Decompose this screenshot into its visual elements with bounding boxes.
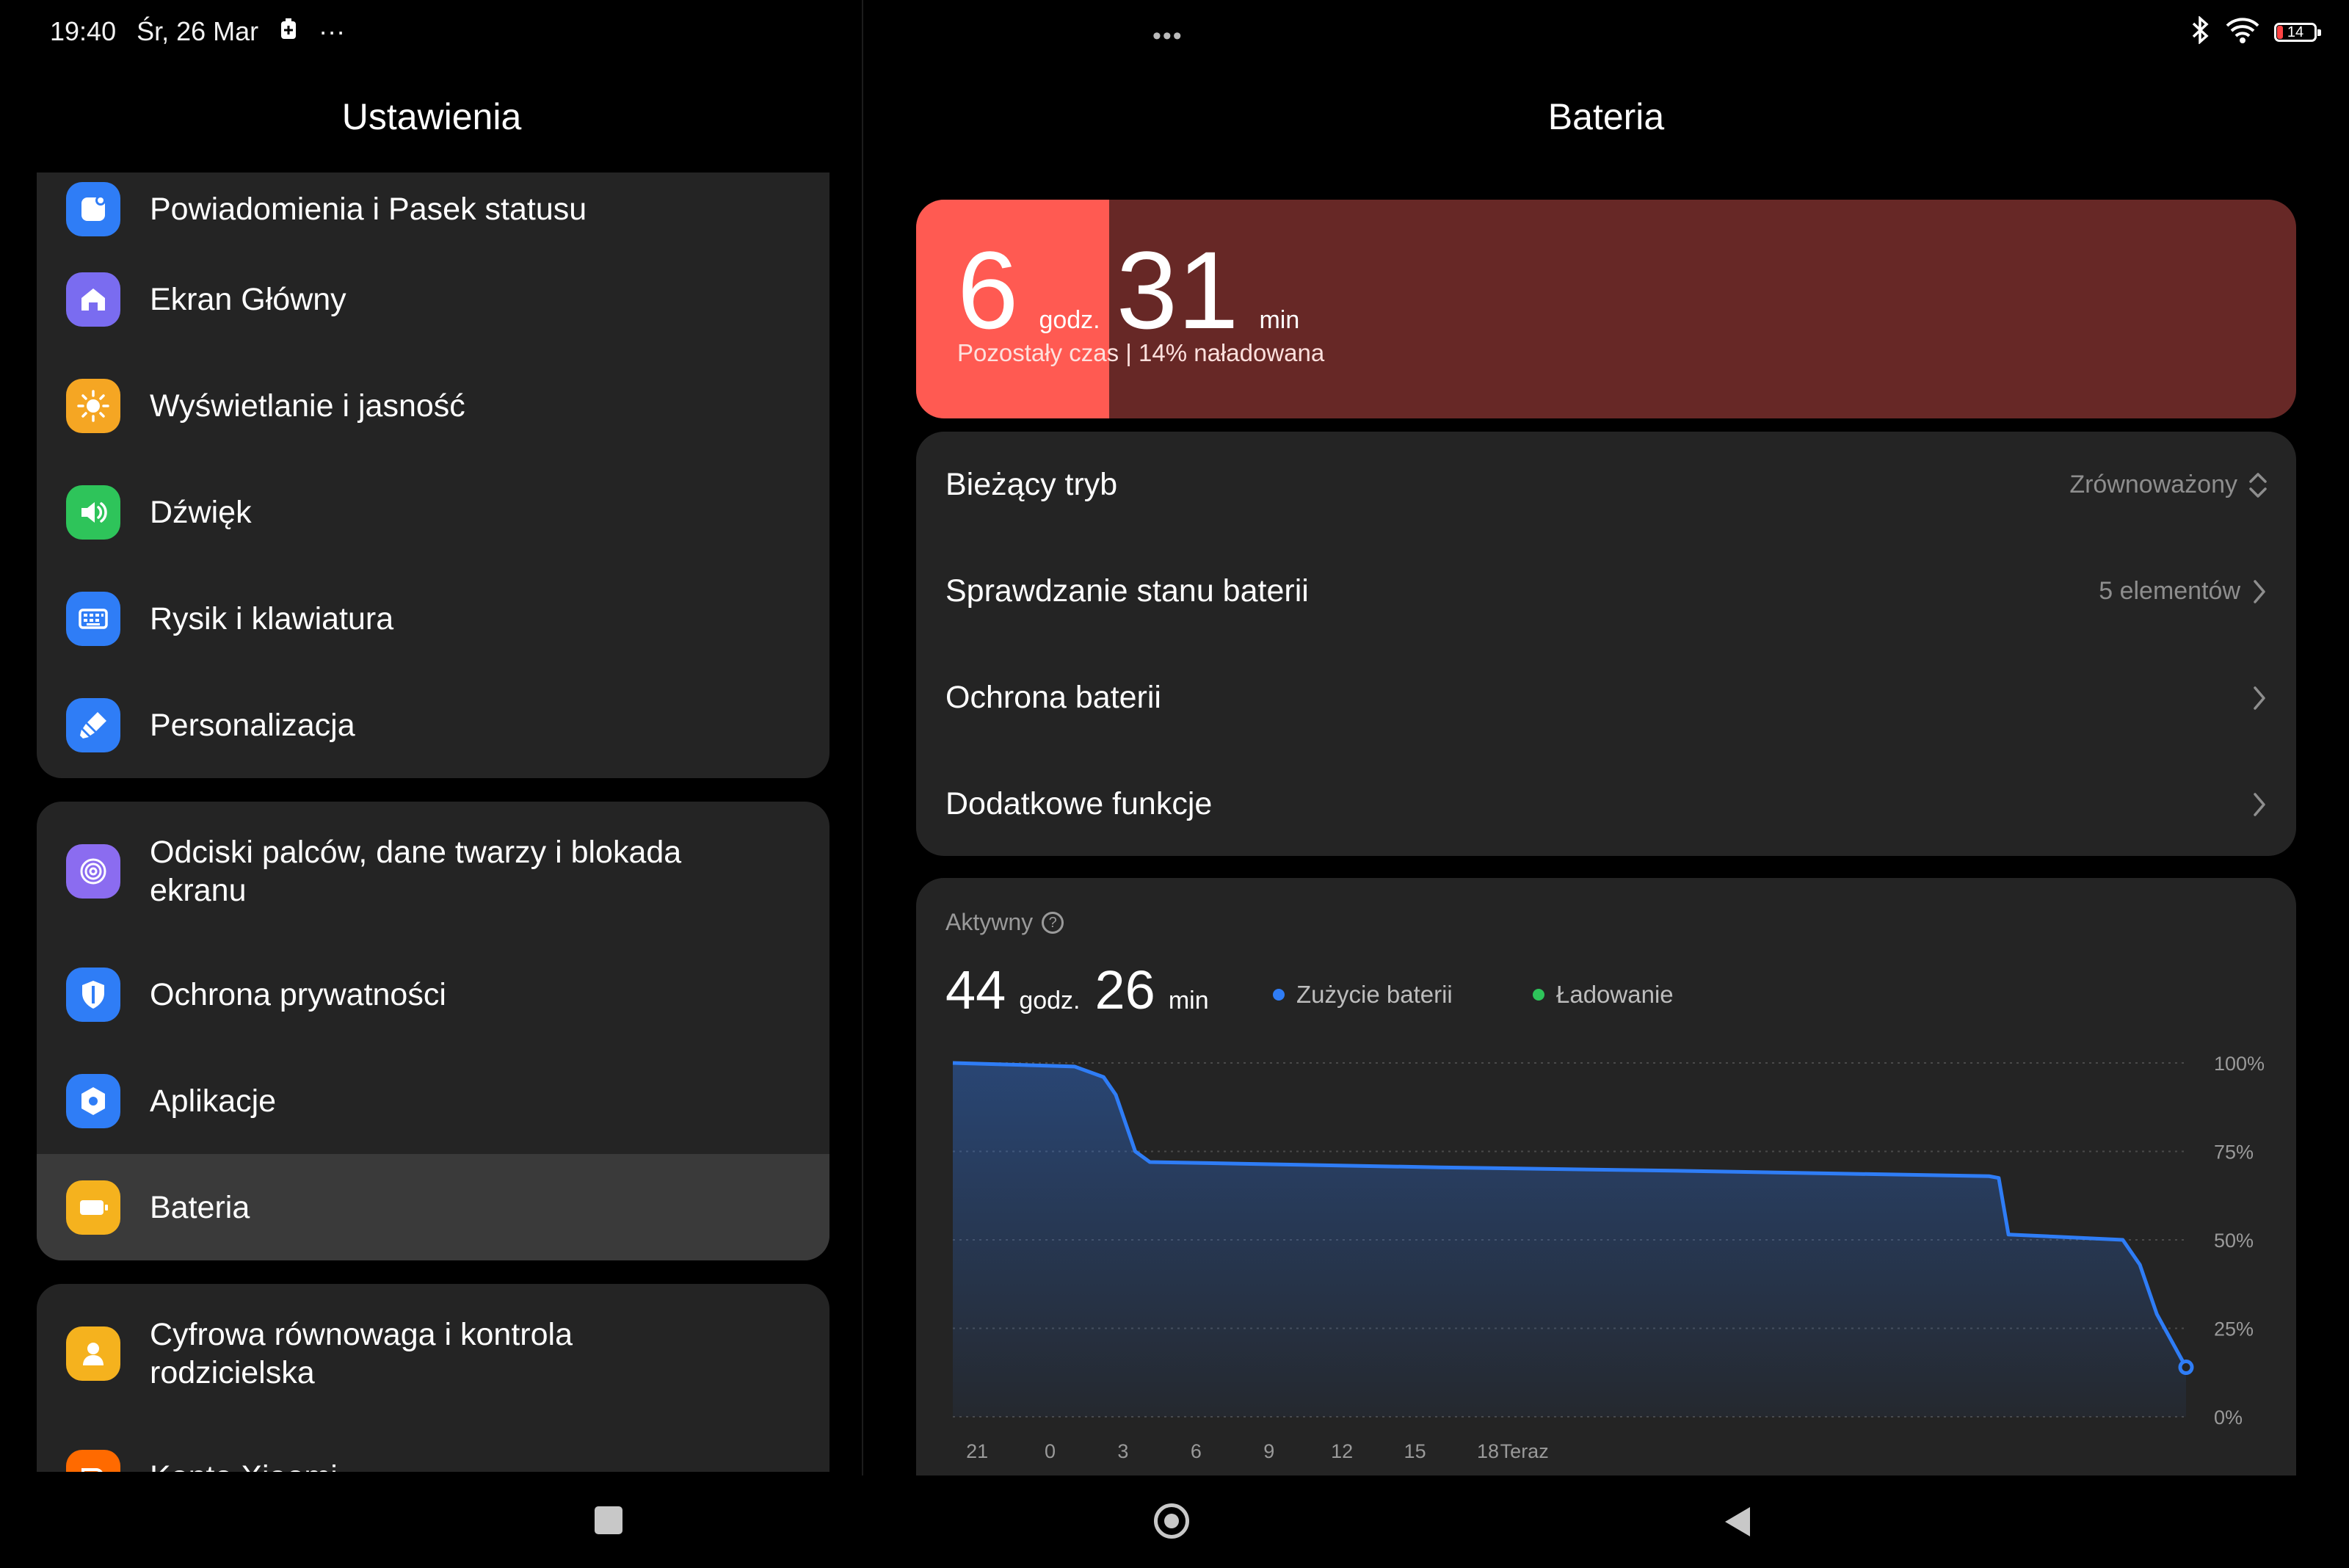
current-mode-label: Bieżący tryb bbox=[945, 467, 1118, 502]
battery-protection-label: Ochrona baterii bbox=[945, 680, 1161, 715]
wifi-icon bbox=[2226, 17, 2259, 47]
x-tick-label: 21 bbox=[966, 1440, 988, 1462]
recents-button[interactable] bbox=[595, 1506, 622, 1534]
battery-health-value: 5 elementów bbox=[2099, 577, 2240, 605]
sidebar-item-label: Aplikacje bbox=[150, 1083, 277, 1119]
sun-icon bbox=[66, 378, 120, 433]
remaining-hours-unit: godz. bbox=[1039, 306, 1100, 334]
home-dot bbox=[1164, 1514, 1179, 1528]
status-bar: 19:40 Śr, 26 Mar ··· ••• 14 bbox=[0, 0, 2349, 66]
updown-chevron-icon bbox=[2249, 472, 2267, 498]
mi-icon bbox=[66, 1449, 120, 1472]
sidebar-item-stylus-keyboard[interactable]: Rysik i klawiatura bbox=[37, 565, 829, 672]
sidebar-item-home-screen[interactable]: Ekran Główny bbox=[37, 246, 829, 352]
y-tick-label: 75% bbox=[2214, 1141, 2254, 1164]
home-icon bbox=[66, 272, 120, 327]
sidebar-item-label: Powiadomienia i Pasek statusu bbox=[150, 192, 587, 227]
wellbeing-icon bbox=[66, 1326, 120, 1381]
sidebar-item-label: Personalizacja bbox=[150, 707, 355, 743]
remaining-subtitle: Pozostały czas | 14% naładowana bbox=[957, 339, 1325, 366]
settings-title: Ustawienia bbox=[341, 96, 522, 137]
sidebar-item-digital-wellbeing[interactable]: Cyfrowa równowaga i kontrola rodzicielsk… bbox=[37, 1284, 829, 1423]
y-tick-label: 50% bbox=[2214, 1230, 2254, 1252]
remaining-hours: 6 bbox=[957, 228, 1019, 352]
settings-group-1: Powiadomienia i Pasek statusu Ekran Głów… bbox=[37, 173, 829, 778]
sidebar-item-display[interactable]: Wyświetlanie i jasność bbox=[37, 352, 829, 459]
current-mode-row[interactable]: Bieżący tryb Zrównoważony bbox=[916, 432, 2296, 538]
x-tick-label: 15 bbox=[1404, 1440, 1426, 1462]
battery-usage-area bbox=[953, 1063, 2186, 1417]
brush-icon bbox=[66, 697, 120, 752]
gear-icon bbox=[66, 1073, 120, 1128]
battery-protection-row[interactable]: Ochrona baterii bbox=[916, 645, 2296, 751]
x-tick-label: 0 bbox=[1045, 1440, 1056, 1462]
sidebar-item-personalization[interactable]: Personalizacja bbox=[37, 672, 829, 778]
battery-health-row[interactable]: Sprawdzanie stanu baterii 5 elementów bbox=[916, 538, 2296, 645]
sidebar-item-apps[interactable]: Aplikacje bbox=[37, 1048, 829, 1154]
sidebar-item-sound[interactable]: Dźwięk bbox=[37, 459, 829, 565]
x-tick-label: 18 bbox=[1477, 1440, 1499, 1462]
current-level-point bbox=[2178, 1360, 2194, 1376]
sidebar-item-privacy[interactable]: Ochrona prywatności bbox=[37, 941, 829, 1048]
sidebar-item-label: Dźwięk bbox=[150, 494, 252, 530]
multitask-dots-icon[interactable]: ••• bbox=[1152, 22, 1183, 51]
x-tick-label: 12 bbox=[1331, 1440, 1353, 1462]
notification-icon bbox=[66, 182, 120, 236]
navigation-bar bbox=[0, 1476, 2349, 1568]
sidebar-item-label: Cyfrowa równowaga i kontrola rodzicielsk… bbox=[150, 1317, 573, 1390]
battery-saver-icon bbox=[279, 16, 298, 47]
battery-settings-list: Bieżący tryb Zrównoważony Sprawdzanie st… bbox=[916, 432, 2296, 856]
x-tick-label: Teraz bbox=[1500, 1440, 1549, 1462]
y-tick-label: 0% bbox=[2214, 1407, 2243, 1429]
keyboard-icon bbox=[66, 591, 120, 646]
pane-divider bbox=[862, 0, 863, 1476]
battery-usage-card: Aktywny ? 44 godz. 26 min Zużycie bateri… bbox=[916, 878, 2296, 1480]
status-date: Śr, 26 Mar bbox=[137, 16, 259, 46]
sidebar-item-biometrics[interactable]: Odciski palców, dane twarzy i blokada ek… bbox=[37, 802, 829, 941]
sidebar-item-label: Wyświetlanie i jasność bbox=[150, 388, 465, 424]
y-tick-label: 100% bbox=[2214, 1053, 2265, 1075]
sidebar-item-label: Odciski palców, dane twarzy i blokada ek… bbox=[150, 835, 682, 908]
settings-group-2: Odciski palców, dane twarzy i blokada ek… bbox=[37, 802, 829, 1260]
status-more: ··· bbox=[319, 16, 346, 46]
back-button[interactable] bbox=[1722, 1505, 1753, 1539]
page-title: Bateria bbox=[1547, 96, 1665, 137]
status-time: 19:40 bbox=[50, 16, 117, 46]
additional-features-label: Dodatkowe funkcje bbox=[945, 786, 1213, 821]
sidebar-item-notifications[interactable]: Powiadomienia i Pasek statusu bbox=[37, 173, 829, 246]
settings-group-3: Cyfrowa równowaga i kontrola rodzicielsk… bbox=[37, 1284, 829, 1472]
additional-features-row[interactable]: Dodatkowe funkcje bbox=[916, 751, 2296, 857]
x-tick-label: 9 bbox=[1263, 1440, 1274, 1462]
sidebar-item-label: Rysik i klawiatura bbox=[150, 600, 394, 636]
battery-level-text: 14 bbox=[2287, 23, 2304, 40]
sidebar-item-battery[interactable]: Bateria bbox=[37, 1154, 829, 1260]
home-button[interactable] bbox=[1154, 1503, 1189, 1539]
sidebar-item-xiaomi-account[interactable]: Konto Xiaomi bbox=[37, 1423, 829, 1472]
x-tick-label: 6 bbox=[1191, 1440, 1202, 1462]
remaining-minutes-unit: min bbox=[1259, 306, 1300, 334]
battery-health-label: Sprawdzanie stanu baterii bbox=[945, 573, 1309, 609]
shield-icon bbox=[66, 967, 120, 1022]
chevron-right-icon bbox=[2254, 579, 2265, 603]
bluetooth-icon bbox=[2189, 15, 2211, 48]
sidebar-item-label: Ekran Główny bbox=[150, 281, 346, 317]
battery-usage-chart[interactable]: 100% 75% 50% 25% 0% 21 0 3 6 9 12 15 18 Teraz bbox=[916, 878, 2296, 1480]
settings-list[interactable]: Powiadomienia i Pasek statusu Ekran Głów… bbox=[37, 173, 829, 1472]
battery-icon: 14 bbox=[2274, 22, 2321, 42]
speaker-icon bbox=[66, 484, 120, 540]
sidebar-item-label: Konto Xiaomi bbox=[150, 1458, 338, 1473]
chevron-right-icon bbox=[2254, 792, 2265, 816]
current-mode-value: Zrównoważony bbox=[2069, 471, 2237, 498]
battery-icon bbox=[66, 1180, 120, 1235]
y-tick-label: 25% bbox=[2214, 1318, 2254, 1340]
chevron-right-icon bbox=[2254, 686, 2265, 710]
x-tick-label: 3 bbox=[1117, 1440, 1128, 1462]
remaining-minutes: 31 bbox=[1116, 228, 1239, 352]
sidebar-item-label: Ochrona prywatności bbox=[150, 976, 446, 1012]
sidebar-item-label: Bateria bbox=[150, 1189, 250, 1225]
fingerprint-icon bbox=[66, 844, 120, 899]
battery-remaining-card: 6 godz. 31 min Pozostały czas | 14% nała… bbox=[916, 200, 2296, 418]
